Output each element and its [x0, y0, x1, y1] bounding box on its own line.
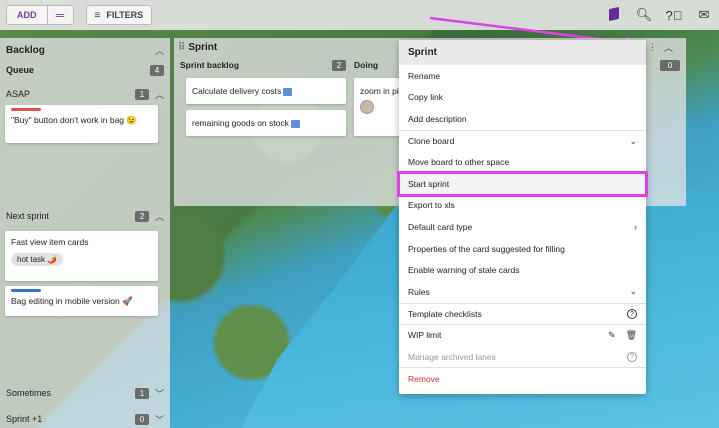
- lane-count: 1: [134, 387, 149, 399]
- menu-item-template-checklists[interactable]: Template checklists?: [399, 302, 646, 325]
- avatar: [360, 100, 374, 114]
- chevron-down-icon: ⌄: [629, 286, 637, 297]
- card-delivery-costs[interactable]: Calculate delivery costs: [186, 78, 346, 104]
- backlog-lower-lanes: Sometimes 1 ﹀ Sprint +1 0 ﹀: [0, 384, 170, 428]
- delete-icon[interactable]: 🗑︎: [626, 330, 637, 341]
- card-fast-view[interactable]: Fast view item cards hot task 🌶️: [5, 231, 158, 281]
- lane-sprint-plus-1: Sprint +1 0 ﹀: [6, 413, 164, 426]
- lane-count: 4: [150, 64, 164, 76]
- menu-item-rules[interactable]: Rules ⌄: [399, 281, 646, 303]
- menu-item-export-xls[interactable]: Export to xls: [399, 195, 646, 217]
- menu-title: Sprint: [399, 40, 646, 65]
- chevron-down-icon[interactable]: ﹀: [155, 413, 164, 426]
- menu-item-move-board[interactable]: Move board to other space: [399, 151, 646, 173]
- lane-count: 0: [134, 413, 149, 425]
- lane-next-sprint: Next sprint 2 ︿: [6, 210, 164, 223]
- backlog-column: Backlog ︿ Queue 4 ASAP 1 ︿ "Buy" button d…: [0, 38, 170, 428]
- chevron-up-icon[interactable]: ︿: [155, 88, 164, 101]
- chevron-up-icon[interactable]: ︿: [155, 44, 164, 57]
- menu-item-default-card-type[interactable]: Default card type ›: [399, 216, 646, 238]
- column-third: 0: [660, 58, 680, 71]
- menu-item-add-description[interactable]: Add description: [399, 108, 646, 130]
- menu-item-start-sprint[interactable]: Start sprint: [397, 171, 648, 197]
- chevron-right-icon: ›: [634, 221, 637, 232]
- card-bag-editing[interactable]: Bag editing in mobile version 🚀: [5, 286, 158, 316]
- sprint-title: Sprint: [188, 42, 218, 53]
- card-remaining-goods[interactable]: remaining goods on stock: [186, 110, 346, 136]
- menu-item-wip-limit[interactable]: WIP limit ✎ 🗑︎: [399, 324, 646, 346]
- more-vertical-icon[interactable]: ⋮: [648, 42, 657, 53]
- chevron-down-icon[interactable]: ﹀: [155, 387, 164, 400]
- tag-badge: hot task 🌶️: [11, 253, 64, 266]
- lane-asap: ASAP 1 ︿: [6, 88, 164, 101]
- column-count: 2: [332, 59, 346, 71]
- lane-count: 1: [134, 88, 149, 100]
- board-context-menu: Sprint Rename Copy link Add description …: [397, 40, 648, 394]
- card-type-icon: [290, 119, 300, 128]
- card-stripe: [11, 289, 41, 292]
- lane-count: 2: [134, 210, 149, 222]
- chevron-up-icon[interactable]: ︿: [155, 210, 164, 223]
- help-icon[interactable]: ?: [627, 308, 637, 319]
- chevron-down-icon: ⌄: [629, 135, 637, 146]
- menu-item-manage-archived[interactable]: Manage archived lanes?: [399, 346, 646, 368]
- menu-item-copy-link[interactable]: Copy link: [399, 87, 646, 109]
- lane-sometimes: Sometimes 1 ﹀: [6, 387, 164, 400]
- card-stripe: [11, 108, 41, 111]
- help-icon[interactable]: ?: [627, 351, 637, 362]
- menu-item-clone-board[interactable]: Clone board ⌄: [399, 129, 646, 152]
- menu-item-stale-warning[interactable]: Enable warning of stale cards: [399, 259, 646, 281]
- card-type-icon: [283, 87, 293, 96]
- column-sprint-backlog: Sprint backlog 2 Calculate delivery cost…: [180, 58, 346, 136]
- lane-queue: Queue 4: [0, 61, 170, 79]
- menu-item-card-properties[interactable]: Properties of the card suggested for fil…: [399, 238, 646, 260]
- menu-item-rename[interactable]: Rename: [399, 65, 646, 87]
- column-count: 0: [660, 60, 680, 71]
- backlog-title: Backlog: [6, 45, 45, 56]
- drag-handle-icon[interactable]: ⠿: [178, 42, 185, 53]
- edit-icon[interactable]: ✎: [608, 330, 616, 341]
- menu-item-remove[interactable]: Remove: [399, 367, 646, 389]
- chevron-up-icon[interactable]: ︿: [664, 41, 673, 54]
- card-buy-button[interactable]: "Buy" button don't work in bag 😉: [5, 105, 158, 143]
